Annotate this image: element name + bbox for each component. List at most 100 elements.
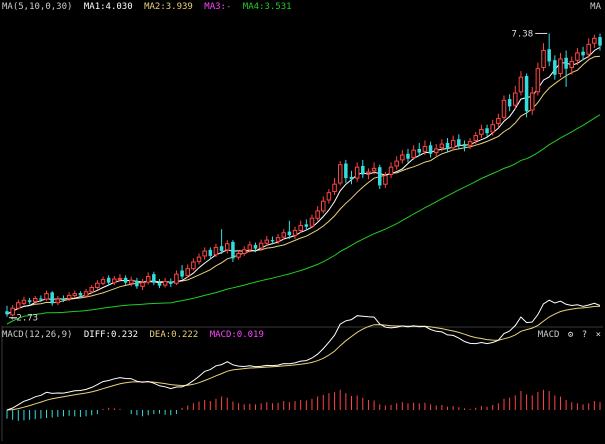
candle-body [264,239,270,244]
candle-body [180,270,184,277]
chart-canvas: 7.38 ←2.73 [0,0,605,441]
candle-body [258,242,264,249]
candle-body [174,273,179,284]
candle-body [485,128,489,134]
candle-body [219,246,224,252]
candle-body [513,92,518,106]
candle-body [558,58,563,75]
close-icon[interactable]: × [596,330,601,341]
candle-body [547,49,551,62]
candle-body [541,49,546,68]
candle-body [89,287,94,293]
candle [337,161,343,186]
ma-legend: MA(5,10,0,30) MA1:4.030 MA2:3.939 MA3:- … [2,2,298,13]
candle-body [253,244,258,249]
candle-body [298,225,303,231]
ma2-value: MA2:3.939 [144,2,193,12]
candle-body [450,139,456,149]
candle-body [95,282,100,289]
candle-body [377,167,382,186]
candle-body [208,249,213,256]
macd-value: MACD:0.019 [209,330,264,340]
candle [524,73,529,118]
candle-body [598,37,602,46]
candle-body [332,183,337,192]
candle-body [400,154,405,161]
ma-legend-label: MA(5,10,0,30) [2,2,73,12]
candle-body [411,149,416,158]
candle-body [433,148,439,154]
candle-body [406,153,410,159]
candle-body [501,99,507,118]
candle-body [439,143,445,149]
candle-body [496,118,501,124]
candle-body [44,293,49,300]
macd-controls: MACD ⚙ ? × [538,330,601,341]
macd-tag[interactable]: MACD [538,330,560,340]
candle-body [145,276,151,283]
candle-body [553,60,557,75]
candle-body [185,268,190,276]
candle-body [202,250,207,257]
candle-body [394,160,399,167]
candle-body [315,210,320,219]
high-label: 7.38 [511,29,533,39]
candle-body [366,171,371,174]
low-label: ←2.73 [11,314,38,324]
candle-body [457,139,461,146]
candle-body [27,300,32,303]
candle-body [61,299,66,301]
candle-body [507,99,512,107]
candle-body [535,68,541,93]
candle-body [50,292,54,304]
candle-body [326,192,332,201]
candle-body [213,246,219,256]
candle-body [196,256,202,262]
candle-body [388,166,394,175]
candle-body [354,166,360,179]
candle-body [490,124,495,133]
candle-body [225,243,230,251]
candle-body [16,302,21,309]
candle-body [383,175,388,185]
ma1-value: MA1:4.030 [83,2,133,12]
ma4-value: MA4:3.531 [242,2,292,12]
candle-body [32,297,38,303]
candle-body [575,52,580,61]
candle-body [417,148,422,153]
candle-body [281,232,286,238]
candle-body [117,277,123,280]
candle-body [304,224,309,227]
candle-body [529,92,535,111]
candle-body [128,279,134,284]
candle-body [361,165,365,175]
candle-body [473,135,479,141]
candle-body [236,252,241,258]
candle-body [524,76,529,112]
candle-body [247,244,253,251]
candle-body [349,176,354,180]
candle-body [100,279,106,284]
candle-body [135,280,139,287]
candle-body [371,167,377,172]
dea-value: DEA:0.222 [149,330,199,340]
candle-body [162,280,168,286]
gear-icon[interactable]: ⚙ [568,330,573,341]
candle-body [123,277,128,283]
candle-body [287,231,292,236]
candle-body [518,76,524,93]
candle-body [581,51,585,56]
candle-body [140,282,145,287]
candle-body [169,281,173,284]
candle-body [564,57,568,69]
candle-body [39,298,43,300]
candle-body [445,142,450,149]
candle-body [292,229,298,236]
candle-body [479,128,484,135]
help-icon[interactable]: ? [582,330,587,341]
ma-tag[interactable]: MA [590,2,601,13]
candle-body [106,277,111,283]
candle-body [569,60,575,68]
candle-body [112,278,117,284]
candle-body [337,164,343,184]
